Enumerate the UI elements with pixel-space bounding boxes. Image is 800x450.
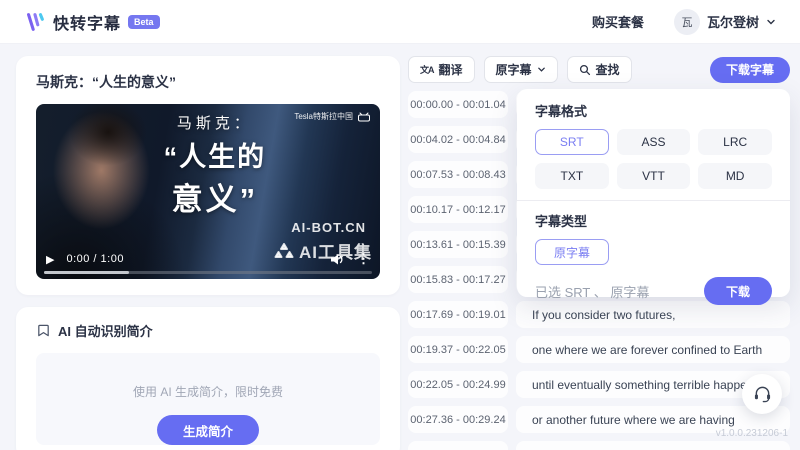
subtitle-timestamp[interactable]: 00:17.69 - 00:19.01 [408, 301, 508, 328]
header: 快转字幕 Beta 购买套餐 瓦 瓦尔登树 [0, 0, 800, 44]
ai-summary-title: AI 自动识别简介 [58, 321, 153, 340]
ai-summary-hint: 使用 AI 生成简介，限时免费 [133, 383, 283, 400]
avatar: 瓦 [674, 9, 700, 35]
subtitle-row: 00:17.69 - 00:19.01 If you consider two f… [408, 301, 790, 328]
subtitle-timestamp[interactable]: 00:10.17 - 00:12.17 [408, 196, 508, 223]
user-menu[interactable]: 瓦 瓦尔登树 [674, 9, 776, 35]
ai-summary-box: 使用 AI 生成简介，限时免费 生成简介 [36, 353, 380, 445]
subtitle-timestamp[interactable]: 00:22.05 - 00:24.99 [408, 371, 508, 398]
beta-badge: Beta [128, 15, 160, 29]
subtitle-toolbar: 文A 翻译 原字幕 查找 下载字幕 [408, 56, 790, 83]
subtitle-row: 00:19.37 - 00:22.05 one where we are fore… [408, 336, 790, 363]
headset-icon [753, 385, 772, 403]
buy-plan-link[interactable]: 购买套餐 [592, 12, 644, 31]
subtitle-timestamp[interactable]: 00:15.83 - 00:17.27 [408, 266, 508, 293]
subtitle-row: 00:29.24 - 00:30.71 long-term sustainable… [408, 441, 790, 450]
bilibili-icon [357, 112, 371, 122]
subtitle-row: 00:22.05 - 00:24.99until eventually some… [408, 371, 790, 398]
ai-summary-card: AI 自动识别简介 使用 AI 生成简介，限时免费 生成简介 [16, 307, 400, 450]
find-button[interactable]: 查找 [567, 56, 632, 83]
subtitle-text[interactable]: If you consider two futures, [516, 301, 790, 328]
format-option-md[interactable]: MD [698, 163, 772, 189]
logo-icon [24, 11, 46, 33]
format-option-txt[interactable]: TXT [535, 163, 609, 189]
subtitle-timestamp[interactable]: 00:00.00 - 00:01.04 [408, 91, 508, 118]
video-player[interactable]: 马斯克： “人生的 意义” Tesla特斯拉中国 AI-BOT.CN [36, 104, 380, 279]
logo[interactable]: 快转字幕 Beta [24, 10, 160, 34]
subtitle-text[interactable]: long-term sustainable transport [516, 441, 790, 450]
panel-divider [517, 200, 790, 201]
type-options: 原字幕 [535, 239, 772, 265]
video-card: 马斯克：“人生的意义” 马斯克： “人生的 意义” Tesla特斯拉中国 AI-… [16, 56, 400, 295]
username: 瓦尔登树 [707, 12, 759, 31]
video-progress-bar[interactable] [44, 271, 372, 274]
translate-icon: 文A [420, 63, 434, 76]
chevron-down-icon [537, 65, 546, 74]
generate-summary-button[interactable]: 生成简介 [157, 415, 259, 445]
format-option-ass[interactable]: ASS [617, 129, 691, 155]
type-option[interactable]: 原字幕 [535, 239, 609, 265]
video-progress-fill [44, 271, 129, 274]
video-time: 0:00 / 1:00 [66, 253, 124, 265]
video-controls: ▶ 0:00 / 1:00 ⋮ [46, 251, 370, 267]
panel-download-button[interactable]: 下载 [704, 277, 772, 305]
search-icon [579, 64, 591, 76]
subtitle-timestamp[interactable]: 00:07.53 - 00:08.43 [408, 161, 508, 188]
volume-icon[interactable] [330, 253, 345, 266]
format-options: SRT ASS LRC TXT VTT MD [535, 129, 772, 189]
format-option-lrc[interactable]: LRC [698, 129, 772, 155]
format-option-vtt[interactable]: VTT [617, 163, 691, 189]
subtitle-timestamp[interactable]: 00:04.02 - 00:04.84 [408, 126, 508, 153]
support-button[interactable] [742, 374, 782, 414]
app-title: 快转字幕 [53, 10, 121, 34]
subtitle-text[interactable]: one where we are forever confined to Ear… [516, 336, 790, 363]
video-title: 马斯克：“人生的意义” [36, 72, 380, 92]
video-menu-icon[interactable]: ⋮ [357, 251, 370, 267]
play-icon[interactable]: ▶ [46, 253, 54, 266]
bookmark-icon [36, 323, 51, 338]
subtitle-timestamp[interactable]: 00:13.61 - 00:15.39 [408, 231, 508, 258]
version-label: v1.0.0.231206-1 [716, 428, 788, 439]
format-option-srt[interactable]: SRT [535, 129, 609, 155]
download-subtitle-button[interactable]: 下载字幕 [710, 57, 790, 83]
translate-button[interactable]: 文A 翻译 [408, 56, 475, 83]
download-panel: 字幕格式 SRTASSLRCTXTVTTMD 字幕类型 原字幕 已选 SRT 、… [517, 89, 790, 297]
aibot-watermark: AI-BOT.CN [291, 220, 366, 235]
subtitle-mode-dropdown[interactable]: 原字幕 [484, 56, 558, 83]
selected-summary: 已选 SRT 、 原字幕 [535, 282, 649, 301]
format-section-title: 字幕格式 [535, 101, 772, 120]
video-overlay-text: 马斯克： “人生的 意义” [136, 112, 294, 219]
tesla-watermark: Tesla特斯拉中国 [294, 111, 371, 122]
subtitle-timestamp[interactable]: 00:29.24 - 00:30.71 [408, 441, 508, 450]
subtitle-timestamp[interactable]: 00:19.37 - 00:22.05 [408, 336, 508, 363]
chevron-down-icon [766, 17, 776, 27]
subtitle-timestamp[interactable]: 00:27.36 - 00:29.24 [408, 406, 508, 433]
type-section-title: 字幕类型 [535, 211, 772, 230]
